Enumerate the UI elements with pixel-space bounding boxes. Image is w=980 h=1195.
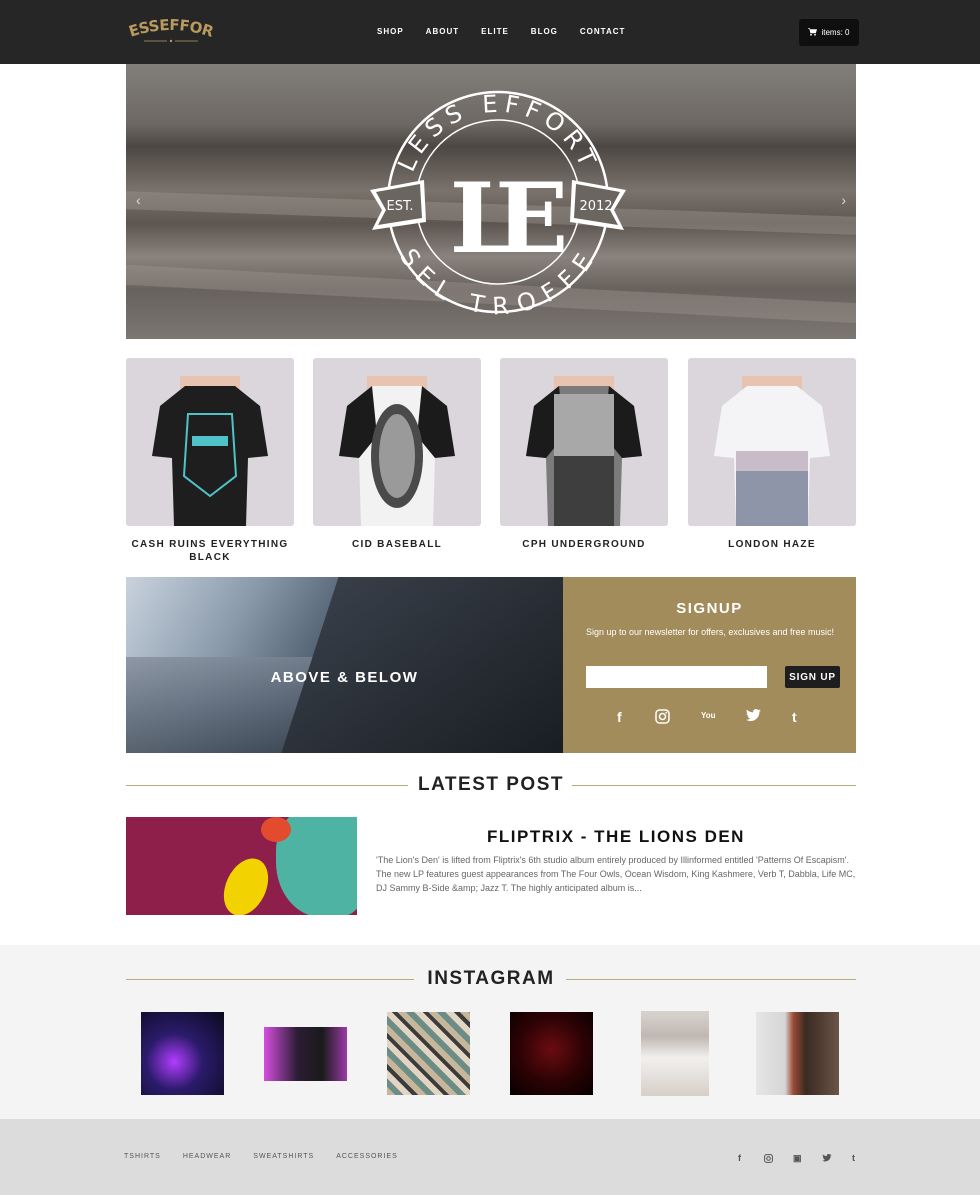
section-title: LATEST POST	[418, 774, 564, 795]
svg-text:LESSEFFORT: LESSEFFORT	[124, 16, 216, 41]
product-name[interactable]: CASH RUINS EVERYTHING BLACK	[126, 538, 294, 564]
footer-link-accessories[interactable]: ACCESSORIES	[336, 1153, 398, 1160]
svg-text:2012: 2012	[579, 199, 612, 214]
tumblr-icon[interactable]: t	[852, 1153, 855, 1163]
slider-prev-arrow[interactable]: ‹	[136, 192, 141, 208]
site-header: LESSEFFORT SHOP ABOUT ELITE BLOG CONTACT…	[0, 0, 980, 64]
instagram-heading: INSTAGRAM	[126, 968, 856, 992]
cart-icon	[808, 27, 818, 38]
svg-text:EST.: EST.	[387, 199, 414, 214]
instagram-photo[interactable]	[387, 1012, 470, 1095]
site-logo[interactable]: LESSEFFORT	[124, 16, 218, 46]
product-card[interactable]: CPH UNDERGROUND	[500, 358, 668, 551]
facebook-icon[interactable]: f	[617, 709, 622, 725]
signup-description: Sign up to our newsletter for offers, ex…	[586, 627, 834, 637]
youtube-icon[interactable]: ▣	[793, 1153, 802, 1164]
hero-slider: LESS EFFORT SEL TROFFE EST. 2012 LE ‹ ›	[126, 64, 856, 339]
promo-title[interactable]: ABOVE & BELOW	[126, 669, 563, 686]
post-excerpt: 'The Lion's Den' is lifted from Fliptrix…	[376, 855, 856, 893]
product-card[interactable]: CASH RUINS EVERYTHING BLACK	[126, 358, 294, 564]
product-card[interactable]: LONDON HAZE	[688, 358, 856, 551]
instagram-icon[interactable]	[655, 709, 670, 727]
instagram-photo[interactable]	[264, 1027, 347, 1081]
product-name[interactable]: CPH UNDERGROUND	[500, 538, 668, 551]
footer-link-headwear[interactable]: HEADWEAR	[183, 1153, 231, 1160]
nav-blog[interactable]: BLOG	[531, 27, 558, 36]
instagram-photo[interactable]	[641, 1011, 709, 1096]
twitter-icon[interactable]	[822, 1154, 832, 1164]
product-name[interactable]: LONDON HAZE	[688, 538, 856, 551]
svg-text:LE: LE	[450, 162, 565, 275]
latest-post-heading: LATEST POST	[126, 774, 856, 798]
email-field[interactable]	[586, 666, 767, 688]
hero-emblem: LESS EFFORT SEL TROFFE EST. 2012 LE	[370, 90, 626, 320]
instagram-photo[interactable]	[756, 1012, 839, 1095]
post-title[interactable]: FLIPTRIX - THE LIONS DEN	[376, 827, 856, 847]
nav-elite[interactable]: ELITE	[481, 27, 509, 36]
tumblr-icon[interactable]: t	[792, 709, 797, 725]
site-footer: TSHIRTS HEADWEAR SWEATSHIRTS ACCESSORIES…	[0, 1119, 980, 1195]
post-thumbnail[interactable]	[126, 817, 357, 915]
instagram-photo[interactable]	[510, 1012, 593, 1095]
footer-nav: TSHIRTS HEADWEAR SWEATSHIRTS ACCESSORIES	[124, 1153, 420, 1160]
product-image[interactable]	[500, 358, 668, 526]
product-image[interactable]	[313, 358, 481, 526]
main-nav: SHOP ABOUT ELITE BLOG CONTACT	[377, 27, 647, 36]
footer-link-tshirts[interactable]: TSHIRTS	[124, 1153, 161, 1160]
twitter-icon[interactable]	[746, 709, 761, 725]
cart-label: items: 0	[821, 28, 850, 37]
promo-banner[interactable]: ABOVE & BELOW	[126, 577, 563, 753]
slider-next-arrow[interactable]: ›	[841, 192, 846, 208]
nav-contact[interactable]: CONTACT	[580, 27, 626, 36]
facebook-icon[interactable]: f	[738, 1153, 741, 1163]
nav-about[interactable]: ABOUT	[426, 27, 459, 36]
product-name[interactable]: CID BASEBALL	[313, 538, 481, 551]
signup-title: SIGNUP	[676, 600, 743, 617]
product-image[interactable]	[126, 358, 294, 526]
instagram-icon[interactable]	[764, 1154, 773, 1165]
newsletter-signup: SIGNUP Sign up to our newsletter for off…	[563, 577, 856, 753]
section-title: INSTAGRAM	[427, 968, 555, 989]
nav-shop[interactable]: SHOP	[377, 27, 404, 36]
product-image[interactable]	[688, 358, 856, 526]
cart-button[interactable]: items: 0	[799, 19, 859, 46]
instagram-photo[interactable]	[141, 1012, 224, 1095]
signup-button[interactable]: SIGN UP	[785, 666, 840, 688]
youtube-icon[interactable]: You	[701, 711, 716, 720]
product-card[interactable]: CID BASEBALL	[313, 358, 481, 551]
footer-link-sweatshirts[interactable]: SWEATSHIRTS	[253, 1153, 314, 1160]
